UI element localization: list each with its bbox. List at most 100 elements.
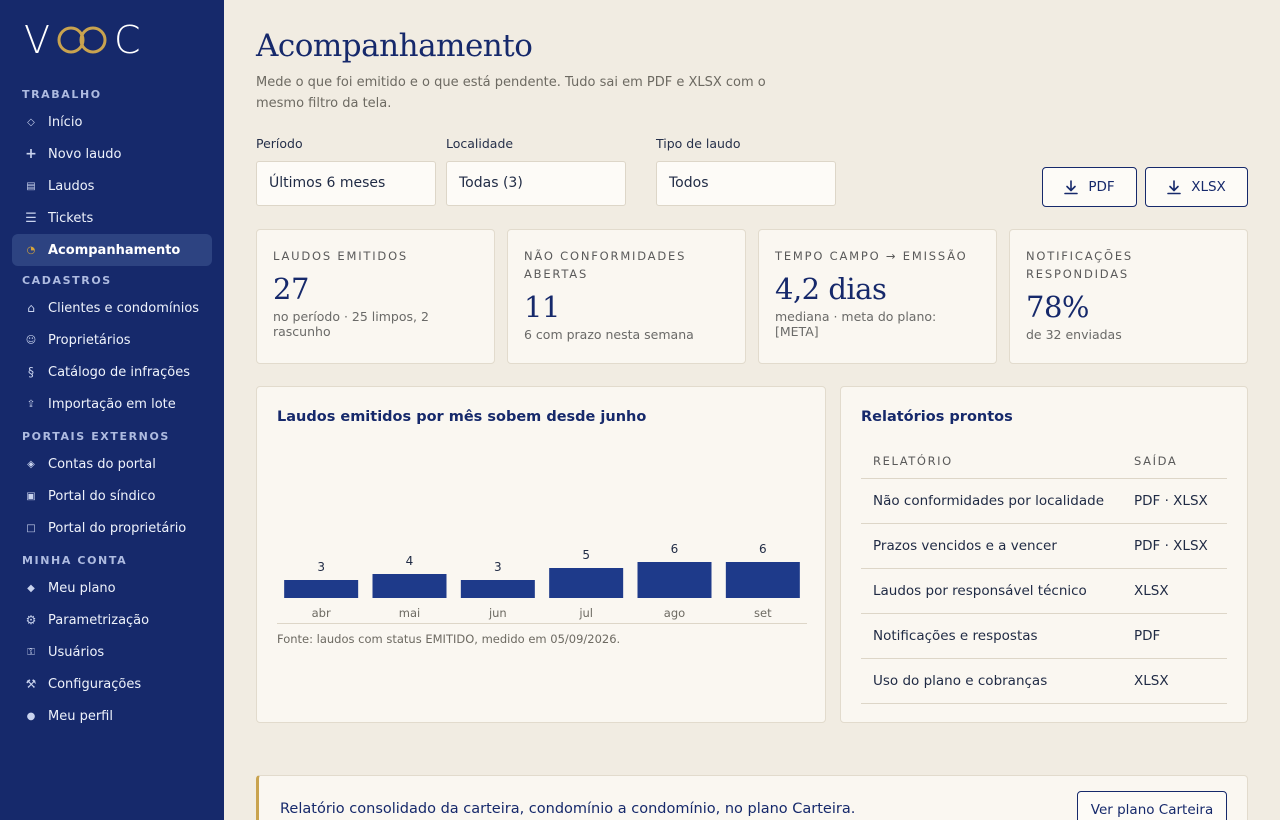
kpi-label: Laudos emitidos: [273, 249, 409, 263]
report-name: Prazos vencidos e a vencer: [861, 523, 1122, 569]
kpi-laudos-emitidos: Laudos emitidos 27 no período · 25 limpo…: [256, 229, 495, 364]
users-icon: ⚿: [27, 646, 35, 658]
download-icon: [1167, 179, 1182, 194]
filter-label: Tipo de laudo: [656, 136, 741, 151]
sidebar-item-label: Início: [48, 114, 83, 130]
sidebar-item-clientes[interactable]: ⌂ Clientes e condomínios: [12, 292, 212, 324]
periodo-select[interactable]: Últimos 6 meses: [256, 161, 436, 206]
filter-label: Período: [256, 136, 303, 151]
sidebar-item-portal-proprietario[interactable]: □ Portal do proprietário: [12, 512, 212, 544]
report-output: XLSX: [1122, 568, 1227, 614]
x-tick-label: jul: [578, 606, 593, 620]
view-plan-button[interactable]: Ver plano Carteira: [1077, 791, 1227, 820]
tipo-laudo-select[interactable]: Todos: [656, 161, 836, 206]
section-icon: §: [28, 365, 34, 379]
sidebar-item-contas-portal[interactable]: ◈ Contas do portal: [12, 448, 212, 480]
x-tick-label: jun: [488, 606, 507, 620]
logo-rings-icon: [57, 26, 107, 54]
house-icon: ⌂: [27, 301, 35, 315]
sidebar-item-configuracoes[interactable]: ⚒ Configurações: [12, 668, 212, 700]
report-name: Não conformidades por localidade: [861, 478, 1122, 524]
lines-icon: ☰: [25, 210, 37, 226]
table-row[interactable]: Uso do plano e cobranças XLSX: [861, 658, 1227, 704]
export-pdf-button[interactable]: PDF: [1042, 167, 1137, 207]
table-row[interactable]: Não conformidades por localidade PDF · XL…: [861, 478, 1227, 524]
table-row[interactable]: Prazos vencidos e a vencer PDF · XLSX: [861, 523, 1227, 569]
chart-source: Fonte: laudos com status EMITIDO, medido…: [277, 632, 621, 646]
table-row[interactable]: Notificações e respostas PDF: [861, 613, 1227, 659]
chart-panel: Laudos emitidos por mês sobem desde junh…: [256, 386, 826, 723]
bar-value-label: 6: [671, 542, 679, 556]
x-tick-label: mai: [399, 606, 420, 620]
kpi-tempo-campo-emissao: Tempo campo → emissão 4,2 dias mediana ·…: [758, 229, 997, 364]
bar-value-label: 3: [317, 560, 325, 574]
sidebar: V C TRABALHO ◇ Início + Novo laudo ▤ Laudos…: [0, 0, 224, 820]
sidebar-item-meu-perfil[interactable]: ● Meu perfil: [12, 700, 212, 732]
sidebar-item-label: Laudos: [48, 178, 95, 194]
upgrade-banner: Relatório consolidado da carteira, condo…: [256, 775, 1248, 820]
sidebar-item-meu-plano[interactable]: ◆ Meu plano: [12, 572, 212, 604]
bar-set: [725, 562, 800, 598]
bar-mai: [372, 574, 447, 598]
gear-icon: ⚙: [25, 613, 37, 627]
report-output: PDF · XLSX: [1122, 478, 1227, 524]
sidebar-item-portal-sindico[interactable]: ▣ Portal do síndico: [12, 480, 212, 512]
sidebar-item-inicio[interactable]: ◇ Início: [12, 106, 212, 138]
kpi-note: 6 com prazo nesta semana: [524, 327, 694, 342]
bar-abr: [284, 580, 359, 598]
sidebar-item-laudos[interactable]: ▤ Laudos: [12, 170, 212, 202]
sidebar-item-label: Meu perfil: [48, 708, 113, 724]
sidebar-item-label: Configurações: [48, 676, 142, 692]
section-title-trabalho: TRABALHO: [22, 88, 102, 101]
profile-dot-icon: ●: [26, 710, 36, 722]
column-header: Relatório: [861, 445, 1122, 479]
sidebar-item-proprietarios[interactable]: ☺ Proprietários: [12, 324, 212, 356]
export-xlsx-button[interactable]: XLSX: [1145, 167, 1248, 207]
reports-table: Relatório Saída Não conformidades por lo…: [861, 445, 1227, 704]
person-icon: ☺: [25, 334, 37, 346]
kpi-value: 11: [524, 290, 560, 324]
home-diamond-icon: ◇: [27, 116, 35, 128]
sidebar-item-usuarios[interactable]: ⚿ Usuários: [12, 636, 212, 668]
square-filled-icon: ▣: [26, 490, 36, 502]
vooc-logo[interactable]: V C: [24, 21, 141, 59]
sidebar-item-importacao[interactable]: ⇪ Importação em lote: [12, 388, 212, 420]
filter-label: Localidade: [446, 136, 514, 151]
bar-jun: [460, 580, 535, 598]
reports-panel: Relatórios prontos Relatório Saída Não c…: [840, 386, 1248, 723]
report-output: XLSX: [1122, 658, 1227, 704]
report-name: Uso do plano e cobranças: [861, 658, 1122, 704]
square-outline-icon: □: [26, 522, 36, 534]
tools-icon: ⚒: [25, 677, 37, 691]
page-title: Acompanhamento: [256, 28, 533, 64]
localidade-select[interactable]: Todas (3): [446, 161, 626, 206]
download-icon: [1064, 179, 1079, 194]
section-title-cadastros: CADASTROS: [22, 274, 112, 287]
sidebar-item-label: Portal do síndico: [48, 488, 156, 504]
x-tick-label: set: [754, 606, 772, 620]
table-row[interactable]: Laudos por responsável técnico XLSX: [861, 568, 1227, 614]
report-output: PDF · XLSX: [1122, 523, 1227, 569]
bar-ago: [637, 562, 712, 598]
sidebar-item-label: Clientes e condomínios: [48, 300, 200, 316]
sidebar-item-acompanhamento[interactable]: ◔ Acompanhamento: [12, 234, 212, 266]
sidebar-item-label: Tickets: [48, 210, 94, 226]
export-pdf-label: PDF: [1088, 179, 1115, 195]
sidebar-nav: TRABALHO ◇ Início + Novo laudo ▤ Laudos ☰ Ti…: [0, 84, 224, 732]
filter-tipo-laudo: Tipo de laudo Todos: [656, 136, 836, 206]
sidebar-item-tickets[interactable]: ☰ Tickets: [12, 202, 212, 234]
sidebar-item-label: Usuários: [48, 644, 105, 660]
x-tick-label: ago: [664, 606, 685, 620]
sidebar-item-catalogo[interactable]: § Catálogo de infrações: [12, 356, 212, 388]
banner-text: Relatório consolidado da carteira, condo…: [280, 801, 856, 817]
diamond-solid-icon: ◆: [27, 582, 35, 594]
kpi-notificacoes: Notificações respondidas 78% de 32 envia…: [1009, 229, 1248, 364]
kpi-label: Notificações respondidas: [1026, 249, 1134, 281]
sidebar-item-novo-laudo[interactable]: + Novo laudo: [12, 138, 212, 170]
sidebar-item-label: Proprietários: [48, 332, 131, 348]
document-list-icon: ▤: [26, 180, 36, 192]
sidebar-item-parametrizacao[interactable]: ⚙ Parametrização: [12, 604, 212, 636]
bar-chart: 3 abr 4 mai 3 jun 5 jul 6 ago 6 set: [277, 542, 807, 624]
upload-icon: ⇪: [26, 398, 36, 410]
filter-periodo: Período Últimos 6 meses: [256, 136, 436, 206]
